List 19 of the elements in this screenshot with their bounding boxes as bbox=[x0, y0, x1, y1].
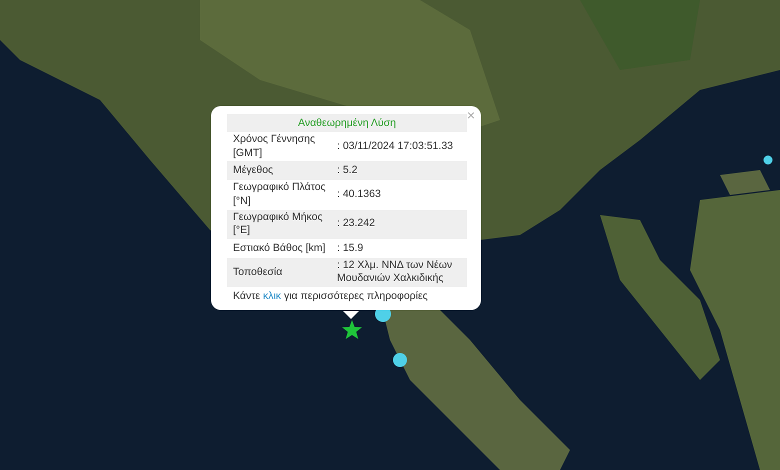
field-label: Χρόνος Γέννησης [GMT] bbox=[233, 133, 316, 160]
field-value: : 5.2 bbox=[337, 164, 358, 178]
star-icon[interactable] bbox=[341, 319, 363, 341]
popup-title: Αναθεωρημένη Λύση bbox=[227, 114, 467, 132]
field-label: Μέγεθος bbox=[233, 164, 274, 178]
field-value: : 12 Χλμ. ΝΝΔ των Νέων Μουδανιών Χαλκιδικής bbox=[337, 258, 454, 286]
field-value: : 03/11/2024 17:03:51.33 bbox=[337, 140, 454, 154]
field-label: Εστιακό Βάθος [km] bbox=[233, 242, 326, 256]
field-label: Γεωγραφικό Πλάτος [°N] bbox=[233, 181, 327, 209]
field-value: : 23.242 bbox=[337, 217, 376, 232]
click-link[interactable]: κλικ bbox=[262, 290, 282, 302]
more-info-text: Κάντε κλικ για περισσότερες πληροφορίες bbox=[232, 289, 429, 302]
field-label: Τοποθεσία bbox=[233, 266, 284, 280]
circle-marker-icon[interactable] bbox=[392, 352, 408, 368]
field-value: : 40.1363 bbox=[337, 188, 382, 202]
circle-marker-icon[interactable] bbox=[763, 155, 773, 165]
close-button[interactable]: × bbox=[464, 107, 477, 123]
field-value: : 15.9 bbox=[337, 242, 364, 256]
field-label: Γεωγραφικό Μήκος [°E] bbox=[233, 210, 324, 238]
